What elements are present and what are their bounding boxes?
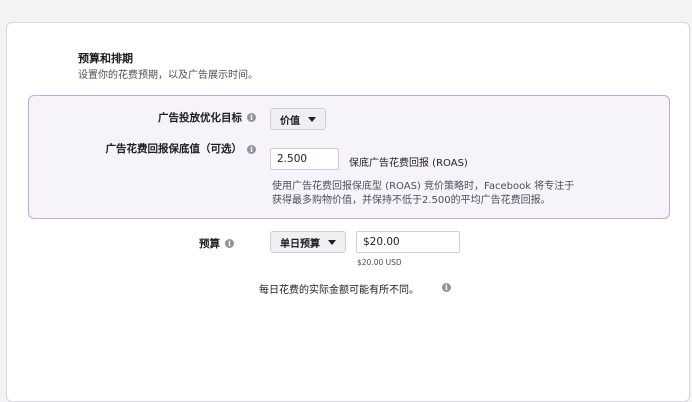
chevron-down-icon bbox=[328, 239, 336, 245]
budget-type-dropdown[interactable]: 单日预算 bbox=[270, 231, 346, 253]
budget-amount-input[interactable]: $20.00 bbox=[356, 231, 460, 253]
section-title: 预算和排期 bbox=[78, 52, 133, 65]
budget-schedule-card: 预算和排期 设置你的花费预期，以及广告展示时间。 广告投放优化目标 i 价值 广… bbox=[6, 22, 690, 402]
chevron-down-icon bbox=[308, 116, 316, 122]
optimization-goal-value: 价值 bbox=[280, 115, 300, 127]
roas-help-line-1: 使用广告花费回报保底型 (ROAS) 竞价策略时，Facebook 将专注于 bbox=[272, 181, 575, 192]
roas-unit-label: 保底广告花费回报 (ROAS) bbox=[349, 158, 468, 169]
info-icon[interactable]: i bbox=[247, 113, 256, 122]
budget-label: 预算 bbox=[199, 238, 220, 250]
roas-help-line-2: 获得最多购物价值，并保持不低于2.500的平均广告花费回报。 bbox=[272, 195, 551, 206]
section-subtitle: 设置你的花费预期，以及广告展示时间。 bbox=[78, 70, 258, 81]
budget-type-value: 单日预算 bbox=[280, 238, 320, 250]
budget-note: 每日花费的实际金额可能有所不同。 bbox=[259, 285, 419, 296]
budget-amount-currency: $20.00 USD bbox=[357, 258, 402, 267]
info-icon[interactable]: i bbox=[225, 239, 234, 248]
optimization-goal-dropdown[interactable]: 价值 bbox=[270, 108, 326, 130]
info-icon[interactable]: i bbox=[247, 145, 256, 154]
roas-floor-label: 广告花费回报保底值（可选） bbox=[105, 143, 243, 155]
optimization-goal-label: 广告投放优化目标 bbox=[158, 112, 242, 124]
optimization-panel: 广告投放优化目标 i 价值 广告花费回报保底值（可选） i 2.500 保底广告… bbox=[28, 95, 670, 219]
roas-floor-input[interactable]: 2.500 bbox=[270, 148, 339, 170]
info-icon[interactable]: i bbox=[442, 283, 451, 292]
